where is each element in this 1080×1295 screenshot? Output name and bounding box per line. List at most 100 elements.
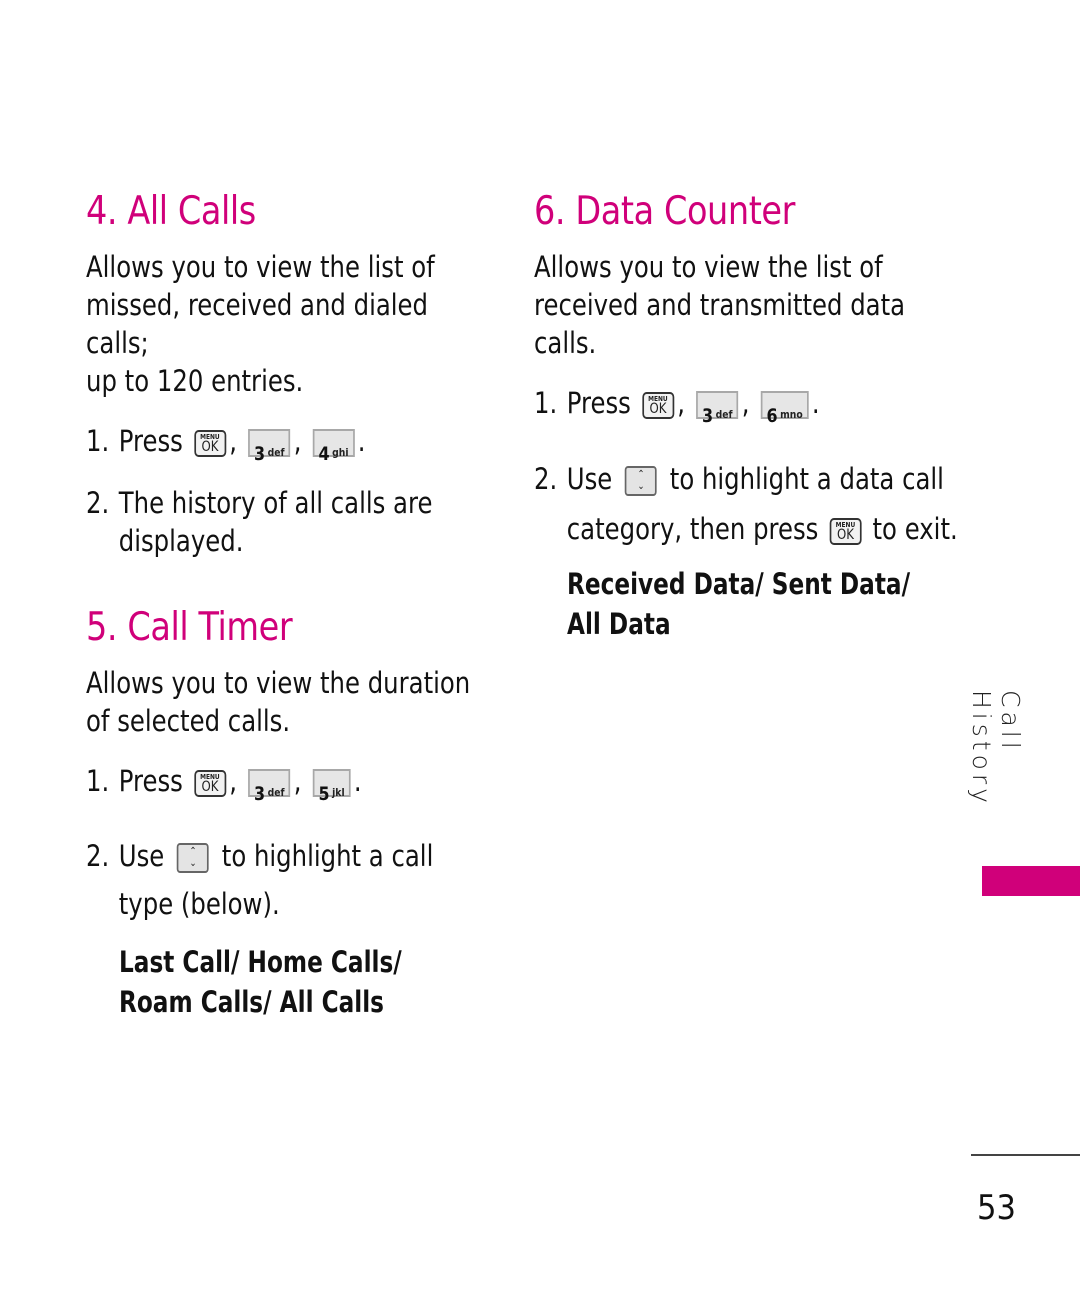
step-body: Press MENU OK, 3 def, 6 mno. (566, 384, 954, 427)
step-text: Press (118, 764, 183, 798)
left-column: 4. All Calls Allows you to view the list… (86, 190, 496, 1022)
section-data-counter: 6. Data Counter Allows you to view the l… (534, 189, 958, 644)
section-title-data-counter: 6. Data Counter (534, 189, 795, 234)
key-digit: 5 (318, 783, 330, 805)
key-label-bottom: OK (836, 526, 854, 543)
menu-ok-key-icon: MENU OK (193, 429, 226, 457)
step-body: Press MENU OK, 3 def, 4 ghi. (118, 422, 506, 465)
step-body: The history of all calls are displayed. (119, 484, 506, 560)
section-call-timer: 5. Call Timer Allows you to view the dur… (86, 606, 496, 1022)
step-number: 2. (534, 462, 558, 496)
option-line: Roam Calls/ All Calls (119, 985, 384, 1019)
separator: , (293, 424, 302, 458)
key-label-bottom: OK (649, 400, 667, 417)
key-3-icon: 3 def (248, 429, 291, 465)
step-body: Use ⌃ ⌄ to highlight a call type (below). (119, 832, 506, 928)
description-line: missed, received and dialed calls; (86, 288, 428, 360)
key-letters: def (715, 408, 733, 421)
right-column: 6. Data Counter Allows you to view the l… (534, 189, 958, 644)
step-number: 2. (86, 486, 110, 520)
step-body: Press MENU OK, 3 def, 5 jkl. (118, 762, 506, 805)
option-line: Last Call/ Home Calls/ (119, 945, 402, 979)
key-digit: 3 (253, 783, 266, 805)
section-title-call-timer: 5. Call Timer (86, 605, 293, 650)
menu-ok-key-icon: MENU OK (829, 517, 862, 545)
arrow-up-icon: ⌃ (189, 846, 197, 857)
description-line: Allows you to view the list of (86, 250, 435, 284)
separator: , (677, 386, 686, 420)
key-digit: 4 (318, 443, 330, 465)
step-text: to highlight a data call (669, 462, 944, 496)
description-line: up to 120 entries. (86, 364, 304, 398)
key-letters: mno (780, 408, 803, 421)
step-text: to exit. (872, 512, 958, 546)
step-text: Press (566, 386, 631, 420)
arrow-down-icon: ⌄ (189, 858, 197, 869)
key-3-icon: 3 def (248, 769, 291, 805)
menu-ok-key-icon: MENU OK (641, 391, 674, 419)
section-title-all-calls: 4. All Calls (86, 189, 256, 234)
data-counter-step-2: 2. Use ⌃ ⌄ to highlight a data call categ… (534, 454, 958, 554)
page-number: 53 (977, 1188, 1016, 1228)
chapter-tab-marker (982, 866, 1080, 896)
key-6-icon: 6 mno (760, 391, 809, 427)
key-letters: ghi (332, 446, 349, 459)
separator: . (357, 424, 366, 458)
step-number: 1. (534, 386, 558, 420)
key-digit: 3 (701, 405, 714, 427)
key-digit: 6 (766, 405, 778, 427)
separator: . (353, 764, 362, 798)
separator: . (811, 386, 820, 420)
separator: , (293, 764, 302, 798)
all-calls-step-2: 2. The history of all calls are displaye… (86, 484, 506, 560)
step-text: Press (118, 424, 183, 458)
description-line: calls. (534, 326, 597, 360)
all-calls-step-1: 1. Press MENU OK, 3 def, 4 ghi. (86, 422, 506, 465)
call-timer-step-1: 1. Press MENU OK, 3 def, 5 jkl. (86, 762, 506, 805)
step-text: to highlight a call (221, 839, 434, 873)
data-counter-description: Allows you to view the list of received … (534, 248, 946, 362)
footer-divider (971, 1154, 1080, 1156)
call-timer-step-2: 2. Use ⌃ ⌄ to highlight a call type (belo… (86, 832, 506, 928)
step-text: displayed. (118, 524, 244, 558)
separator: , (229, 424, 238, 458)
chapter-side-label: Call History (967, 690, 1025, 807)
key-5-icon: 5 jkl (312, 769, 351, 805)
arrow-up-icon: ⌃ (637, 469, 645, 480)
call-timer-description: Allows you to view the duration of selec… (86, 664, 498, 740)
step-number: 2. (86, 839, 110, 873)
step-text: category, then press (566, 512, 819, 546)
key-3-icon: 3 def (696, 391, 739, 427)
key-digit: 3 (253, 443, 266, 465)
description-line: Allows you to view the duration (86, 666, 471, 700)
navigation-key-icon: ⌃ ⌄ (625, 466, 657, 496)
step-text: Use (118, 839, 165, 873)
step-body: Use ⌃ ⌄ to highlight a data call category… (567, 454, 958, 554)
option-line: All Data (567, 607, 671, 641)
arrow-down-icon: ⌄ (637, 481, 645, 492)
key-letters: def (267, 446, 285, 459)
data-counter-step-1: 1. Press MENU OK, 3 def, 6 mno. (534, 384, 954, 427)
key-letters: def (267, 786, 285, 799)
data-counter-options: Received Data/ Sent Data/ All Data (567, 564, 935, 644)
key-label-bottom: OK (201, 778, 219, 795)
step-text: The history of all calls are (118, 486, 433, 520)
section-all-calls: 4. All Calls Allows you to view the list… (86, 190, 496, 560)
menu-ok-key-icon: MENU OK (193, 769, 226, 797)
description-line: Allows you to view the list of (534, 250, 883, 284)
key-label-bottom: OK (201, 438, 219, 455)
separator: , (229, 764, 238, 798)
description-line: of selected calls. (86, 704, 291, 738)
step-number: 1. (86, 424, 110, 458)
step-text: type (below). (118, 887, 280, 921)
key-letters: jkl (332, 786, 345, 799)
step-number: 1. (86, 764, 110, 798)
option-line: Received Data/ Sent Data/ (567, 567, 911, 601)
key-4-icon: 4 ghi (312, 429, 355, 465)
all-calls-description: Allows you to view the list of missed, r… (86, 248, 498, 400)
description-line: received and transmitted data (534, 288, 906, 322)
step-text: Use (566, 462, 613, 496)
separator: , (741, 386, 750, 420)
navigation-key-icon: ⌃ ⌄ (177, 843, 209, 873)
call-timer-options: Last Call/ Home Calls/ Roam Calls/ All C… (119, 942, 487, 1022)
